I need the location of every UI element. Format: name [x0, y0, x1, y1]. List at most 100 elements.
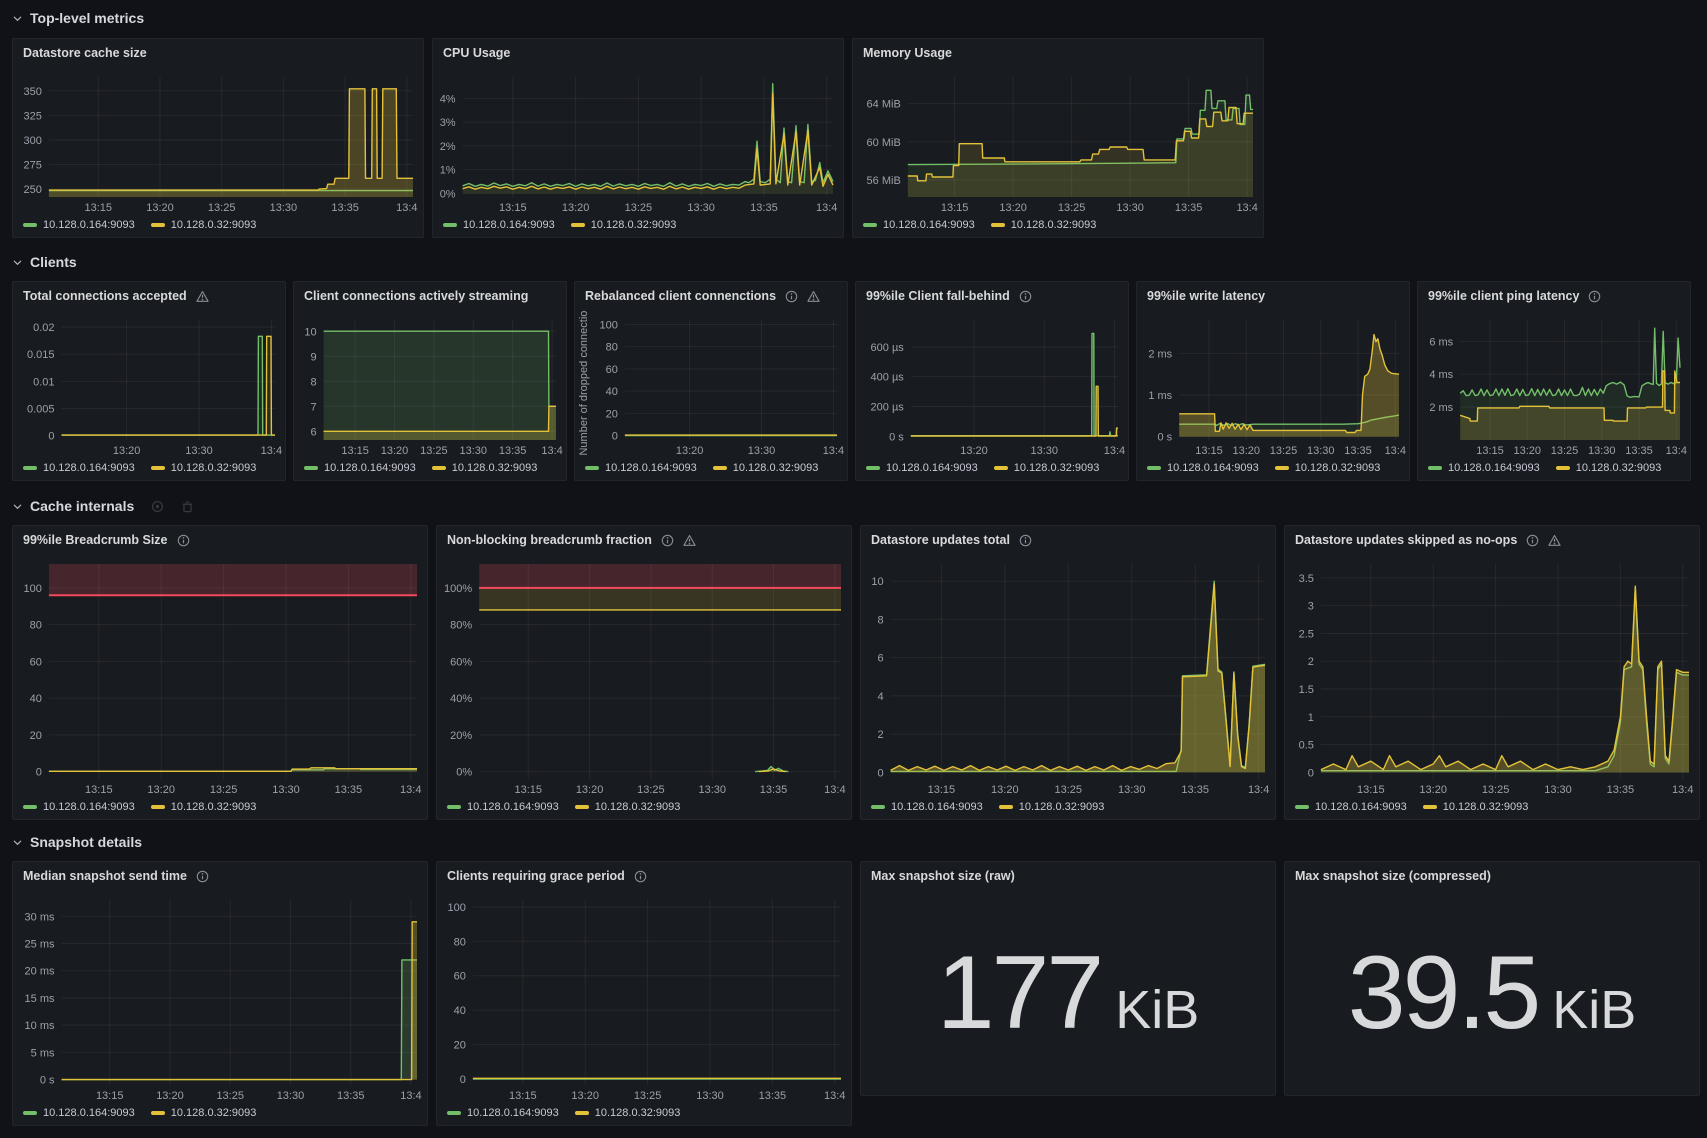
legend-item[interactable]: 10.128.0.164:9093	[1295, 801, 1407, 813]
panel-header-total-connections-accepted[interactable]: Total connections accepted	[13, 282, 285, 310]
legend-item[interactable]: 10.128.0.164:9093	[1428, 462, 1540, 474]
legend-item[interactable]: 10.128.0.164:9093	[23, 462, 135, 474]
cpu-usage-chart[interactable]: 0%1%2%3%4%13:1513:2013:2513:3013:3513:4	[433, 67, 843, 215]
legend-item[interactable]: 10.128.0.164:9093	[443, 219, 555, 231]
eye-icon[interactable]	[151, 500, 164, 513]
client-ping-latency-chart[interactable]: 2 ms4 ms6 ms13:1513:2013:2513:3013:3513:…	[1418, 310, 1690, 458]
panel-header-client-fall-behind[interactable]: 99%ile Client fall-behind	[856, 282, 1128, 310]
legend-item[interactable]: 10.128.0.164:9093	[585, 462, 697, 474]
legend-item[interactable]: 10.128.0.32:9093	[1556, 462, 1662, 474]
client-connections-actively-streaming-chart[interactable]: 67891013:1513:2013:2513:3013:3513:4	[294, 310, 566, 458]
panel-title[interactable]: 99%ile Breadcrumb Size	[23, 533, 168, 547]
panel-title[interactable]: Median snapshot send time	[23, 869, 187, 883]
panel-title[interactable]: Total connections accepted	[23, 289, 187, 303]
legend-item[interactable]: 10.128.0.164:9093	[1147, 462, 1259, 474]
legend-item[interactable]: 10.128.0.164:9093	[23, 801, 135, 813]
client-fall-behind-chart[interactable]: 0 s200 µs400 µs600 µs13:2013:3013:4	[856, 310, 1128, 458]
legend-item[interactable]: 10.128.0.32:9093	[575, 1107, 681, 1119]
section-header-clients[interactable]: Clients	[12, 252, 77, 272]
legend-item[interactable]: 10.128.0.32:9093	[991, 219, 1097, 231]
panel-header-datastore-updates-total[interactable]: Datastore updates total	[861, 526, 1275, 554]
legend-item[interactable]: 10.128.0.32:9093	[432, 462, 538, 474]
legend-item[interactable]: 10.128.0.32:9093	[1423, 801, 1529, 813]
legend-item[interactable]: 10.128.0.164:9093	[447, 801, 559, 813]
panel-header-clients-requiring-grace-period[interactable]: Clients requiring grace period	[437, 862, 851, 890]
info-icon-wrap[interactable]	[785, 290, 798, 303]
total-connections-accepted-chart[interactable]: 00.0050.010.0150.0213:2013:3013:4	[13, 310, 285, 458]
panel-title[interactable]: 99%ile Client fall-behind	[866, 289, 1010, 303]
panel-header-max-snapshot-compressed[interactable]: Max snapshot size (compressed)	[1285, 862, 1699, 890]
warning-icon-wrap[interactable]	[683, 534, 696, 547]
panel-header-memory-usage[interactable]: Memory Usage	[853, 39, 1263, 67]
section-header-top-level-metrics[interactable]: Top-level metrics	[12, 8, 144, 28]
datastore-cache-size-chart[interactable]: 25027530032535013:1513:2013:2513:3013:35…	[13, 67, 423, 215]
info-icon-wrap[interactable]	[177, 534, 190, 547]
rebalanced-client-connections-chart[interactable]: 02040608010013:2013:3013:4Number of drop…	[575, 310, 847, 458]
non-blocking-breadcrumb-fraction-chart[interactable]: 0%20%40%60%80%100%13:1513:2013:2513:3013…	[437, 554, 851, 797]
info-icon-wrap[interactable]	[661, 534, 674, 547]
panel-header-max-snapshot-raw[interactable]: Max snapshot size (raw)	[861, 862, 1275, 890]
section-header-cache-internals[interactable]: Cache internals	[12, 496, 194, 516]
legend-item[interactable]: 10.128.0.32:9093	[713, 462, 819, 474]
panel-title[interactable]: Rebalanced client connenctions	[585, 289, 776, 303]
warning-icon-wrap[interactable]	[807, 290, 820, 303]
legend-item[interactable]: 10.128.0.32:9093	[151, 219, 257, 231]
legend-item[interactable]: 10.128.0.164:9093	[871, 801, 983, 813]
panel-title[interactable]: Max snapshot size (compressed)	[1295, 869, 1491, 883]
legend-item[interactable]: 10.128.0.164:9093	[447, 1107, 559, 1119]
panel-header-client-connections-actively-streaming[interactable]: Client connections actively streaming	[294, 282, 566, 310]
breadcrumb-size-chart[interactable]: 02040608010013:1513:2013:2513:3013:3513:…	[13, 554, 427, 797]
panel-header-datastore-updates-skipped[interactable]: Datastore updates skipped as no-ops	[1285, 526, 1699, 554]
panel-title[interactable]: Non-blocking breadcrumb fraction	[447, 533, 652, 547]
legend-item[interactable]: 10.128.0.32:9093	[1275, 462, 1381, 474]
panel-title[interactable]: Datastore updates total	[871, 533, 1010, 547]
datastore-updates-skipped-chart[interactable]: 00.511.522.533.513:1513:2013:2513:3013:3…	[1285, 554, 1699, 797]
clients-requiring-grace-period-chart[interactable]: 02040608010013:1513:2013:2513:3013:3513:…	[437, 890, 851, 1103]
legend-item[interactable]: 10.128.0.32:9093	[575, 801, 681, 813]
legend-item[interactable]: 10.128.0.164:9093	[304, 462, 416, 474]
panel-header-cpu-usage[interactable]: CPU Usage	[433, 39, 843, 67]
panel-title[interactable]: Clients requiring grace period	[447, 869, 625, 883]
datastore-updates-total-chart[interactable]: 024681013:1513:2013:2513:3013:3513:4	[861, 554, 1275, 797]
trash-icon[interactable]	[181, 500, 194, 513]
info-icon-wrap[interactable]	[196, 870, 209, 883]
panel-title[interactable]: CPU Usage	[443, 46, 510, 60]
panel-title[interactable]: Datastore cache size	[23, 46, 147, 60]
legend-item[interactable]: 10.128.0.32:9093	[151, 801, 257, 813]
panel-header-client-ping-latency[interactable]: 99%ile client ping latency	[1418, 282, 1690, 310]
memory-usage-chart[interactable]: 56 MiB60 MiB64 MiB13:1513:2013:2513:3013…	[853, 67, 1263, 215]
y-tick-label: 2	[877, 729, 883, 741]
panel-title[interactable]: Datastore updates skipped as no-ops	[1295, 533, 1517, 547]
panel-header-write-latency[interactable]: 99%ile write latency	[1137, 282, 1409, 310]
legend-item[interactable]: 10.128.0.32:9093	[994, 462, 1100, 474]
panel-title[interactable]: Client connections actively streaming	[304, 289, 528, 303]
info-icon-wrap[interactable]	[1588, 290, 1601, 303]
panel-title[interactable]: Max snapshot size (raw)	[871, 869, 1015, 883]
info-icon-wrap[interactable]	[1526, 534, 1539, 547]
legend-item[interactable]: 10.128.0.32:9093	[151, 1107, 257, 1119]
info-icon-wrap[interactable]	[1019, 290, 1032, 303]
panel-title[interactable]: Memory Usage	[863, 46, 952, 60]
info-icon-wrap[interactable]	[634, 870, 647, 883]
info-icon-wrap[interactable]	[1019, 534, 1032, 547]
legend-item[interactable]: 10.128.0.164:9093	[866, 462, 978, 474]
panel-title[interactable]: 99%ile client ping latency	[1428, 289, 1579, 303]
legend-item[interactable]: 10.128.0.32:9093	[999, 801, 1105, 813]
panel-header-non-blocking-breadcrumb-fraction[interactable]: Non-blocking breadcrumb fraction	[437, 526, 851, 554]
y-tick-label: 2 ms	[1429, 402, 1453, 414]
write-latency-chart[interactable]: 0 s1 ms2 ms13:1513:2013:2513:3013:3513:4	[1137, 310, 1409, 458]
section-header-snapshot-details[interactable]: Snapshot details	[12, 832, 142, 852]
warning-icon-wrap[interactable]	[196, 290, 209, 303]
panel-title[interactable]: 99%ile write latency	[1147, 289, 1265, 303]
median-snapshot-send-time-chart[interactable]: 0 s5 ms10 ms15 ms20 ms25 ms30 ms13:1513:…	[13, 890, 427, 1103]
legend-item[interactable]: 10.128.0.164:9093	[23, 219, 135, 231]
panel-header-datastore-cache-size[interactable]: Datastore cache size	[13, 39, 423, 67]
panel-header-median-snapshot-send-time[interactable]: Median snapshot send time	[13, 862, 427, 890]
legend-item[interactable]: 10.128.0.164:9093	[23, 1107, 135, 1119]
legend-item[interactable]: 10.128.0.32:9093	[151, 462, 257, 474]
warning-icon-wrap[interactable]	[1548, 534, 1561, 547]
panel-header-breadcrumb-size[interactable]: 99%ile Breadcrumb Size	[13, 526, 427, 554]
legend-item[interactable]: 10.128.0.164:9093	[863, 219, 975, 231]
panel-header-rebalanced-client-connections[interactable]: Rebalanced client connenctions	[575, 282, 847, 310]
legend-item[interactable]: 10.128.0.32:9093	[571, 219, 677, 231]
